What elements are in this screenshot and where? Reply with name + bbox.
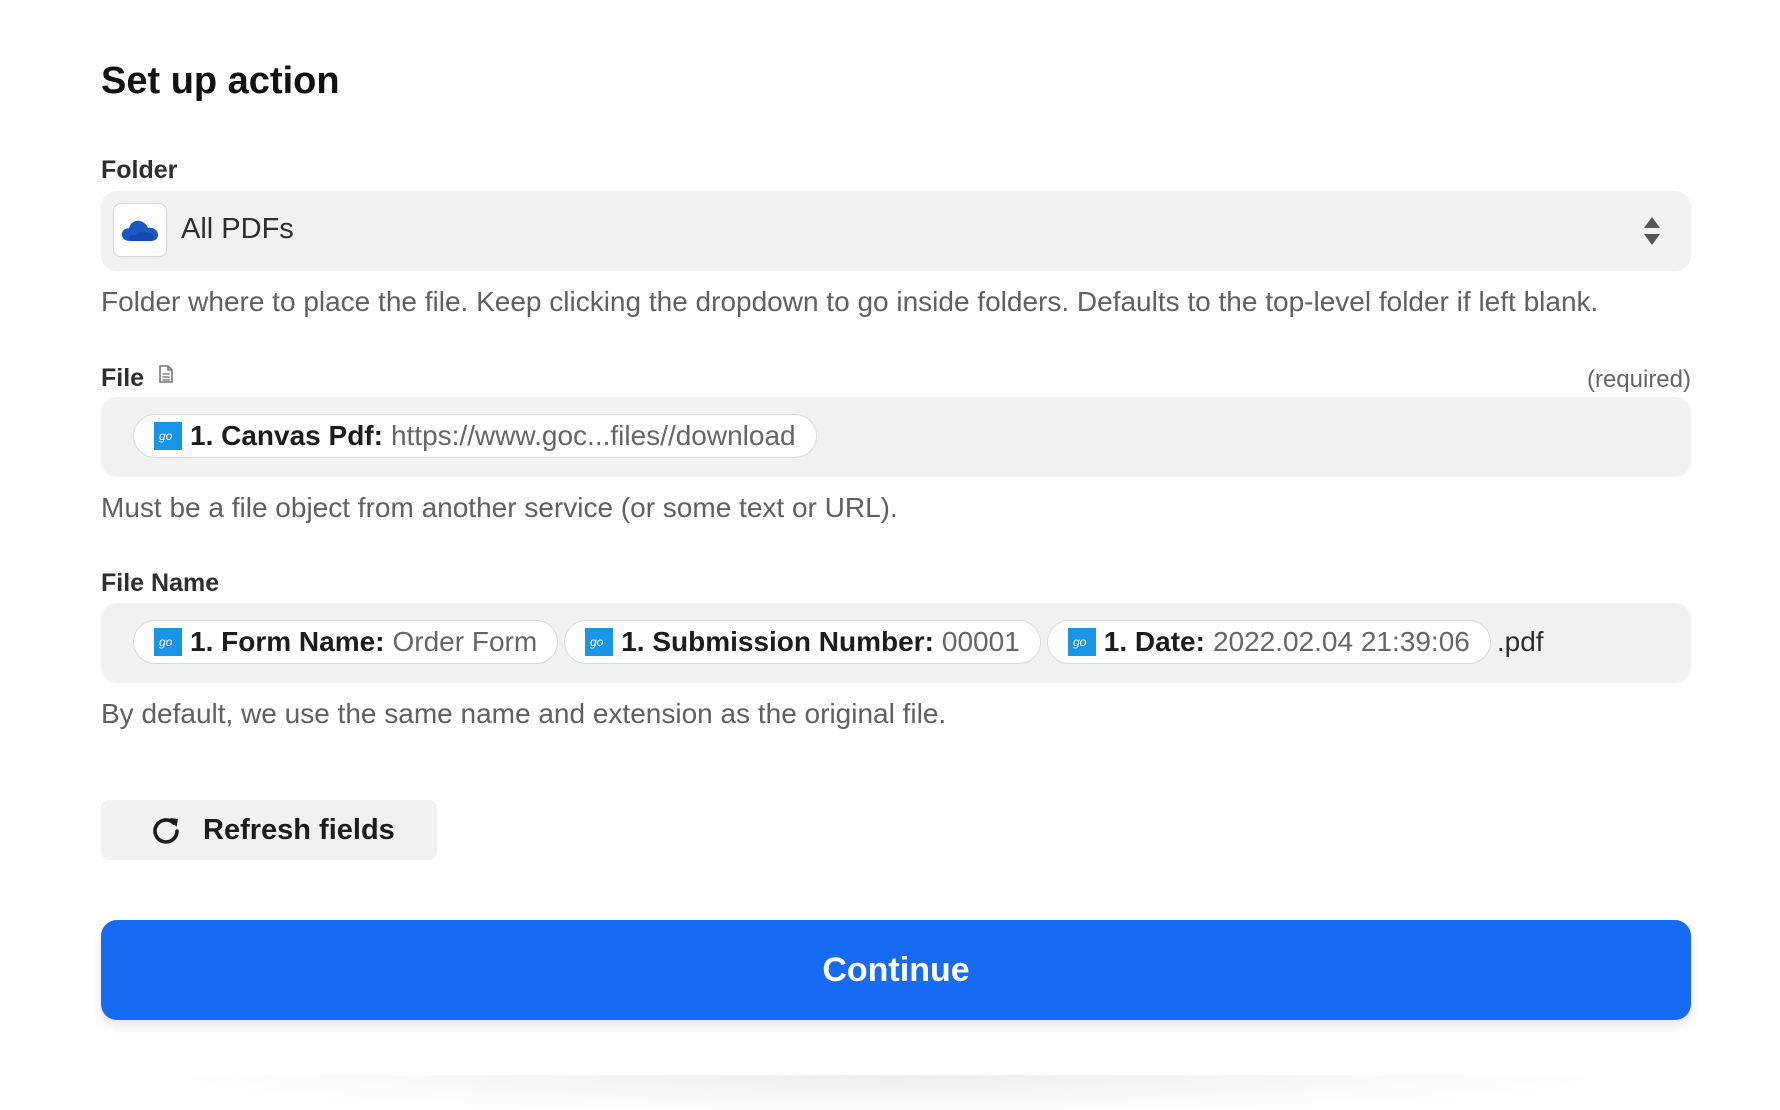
go-canvas-icon: go bbox=[154, 422, 182, 450]
refresh-icon bbox=[149, 814, 183, 848]
svg-text:go: go bbox=[159, 429, 173, 443]
folder-label: Folder bbox=[101, 156, 178, 184]
file-input[interactable]: go 1. Canvas Pdf: https://www.goc...file… bbox=[101, 397, 1691, 477]
panel-bottom-shadow bbox=[160, 1075, 1620, 1110]
file-pill-row: go 1. Canvas Pdf: https://www.goc...file… bbox=[133, 414, 823, 458]
select-arrows-icon bbox=[1643, 215, 1661, 247]
onedrive-cloud-icon bbox=[113, 203, 167, 257]
refresh-fields-label: Refresh fields bbox=[203, 814, 395, 846]
pill-key: 1. Form Name: bbox=[190, 626, 385, 657]
file-name-pill-row: go 1. Form Name: Order Form go 1. Submis… bbox=[133, 620, 1544, 664]
svg-text:go: go bbox=[590, 635, 604, 649]
svg-text:go: go bbox=[159, 635, 173, 649]
continue-label: Continue bbox=[822, 950, 970, 989]
file-help-text: Must be a file object from another servi… bbox=[101, 492, 898, 523]
mapped-field-pill[interactable]: go 1. Canvas Pdf: https://www.goc...file… bbox=[133, 414, 817, 458]
pill-value: https://www.goc...files//download bbox=[390, 420, 796, 451]
pill-key: 1. Submission Number: bbox=[621, 626, 934, 657]
setup-action-panel: Set up action Folder All PDFs Folder whe… bbox=[0, 0, 1780, 1110]
go-canvas-icon: go bbox=[585, 628, 614, 656]
pill-key: 1. Canvas Pdf: bbox=[190, 420, 383, 451]
pill-value: 00001 bbox=[941, 626, 1020, 657]
svg-text:go: go bbox=[1073, 635, 1087, 649]
mapped-field-pill[interactable]: go 1. Submission Number: 00001 bbox=[564, 620, 1041, 664]
folder-select-value: All PDFs bbox=[181, 213, 294, 245]
required-indicator: (required) bbox=[1586, 366, 1691, 393]
document-icon bbox=[159, 361, 173, 390]
pill-value: 2022.02.04 21:39:06 bbox=[1212, 626, 1470, 657]
continue-button[interactable]: Continue bbox=[101, 920, 1691, 1020]
file-name-help-text: By default, we use the same name and ext… bbox=[101, 698, 947, 729]
folder-help-text: Folder where to place the file. Keep cli… bbox=[101, 286, 1599, 317]
go-canvas-icon: go bbox=[1067, 628, 1096, 656]
folder-select[interactable]: All PDFs bbox=[101, 191, 1691, 271]
file-label: File bbox=[101, 364, 173, 393]
page-title: Set up action bbox=[101, 60, 340, 102]
go-canvas-icon: go bbox=[154, 628, 182, 656]
pill-key: 1. Date: bbox=[1103, 626, 1205, 657]
file-extension-text: .pdf bbox=[1496, 626, 1544, 657]
mapped-field-pill[interactable]: go 1. Date: 2022.02.04 21:39:06 bbox=[1046, 620, 1491, 664]
refresh-fields-button[interactable]: Refresh fields bbox=[101, 800, 437, 860]
file-name-label: File Name bbox=[101, 569, 220, 597]
mapped-field-pill[interactable]: go 1. Form Name: Order Form bbox=[133, 620, 559, 664]
pill-value: Order Form bbox=[392, 626, 538, 657]
file-name-input[interactable]: go 1. Form Name: Order Form go 1. Submis… bbox=[101, 603, 1691, 683]
file-label-text: File bbox=[101, 364, 145, 392]
